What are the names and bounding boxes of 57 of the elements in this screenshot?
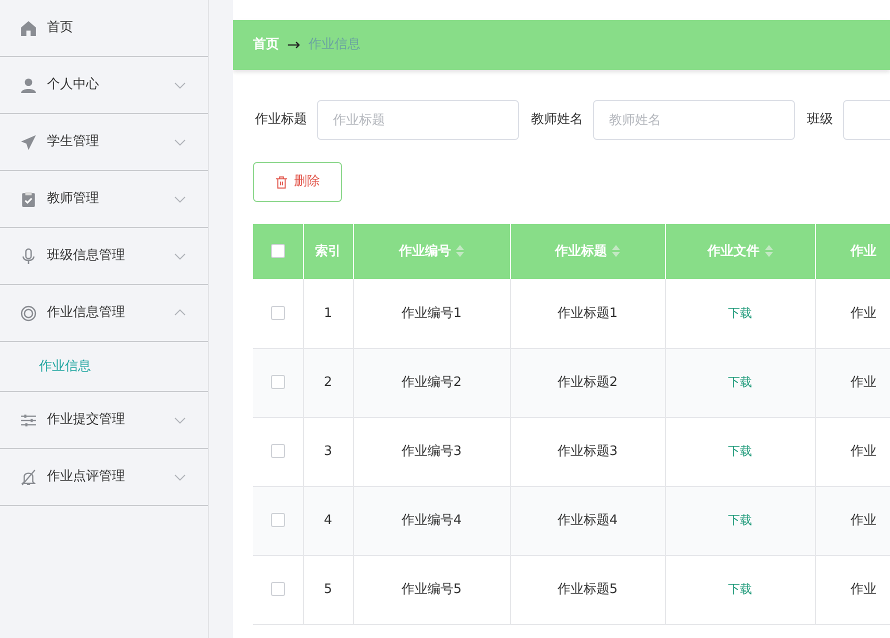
sidebar-item[interactable]: 班级信息管理 bbox=[0, 228, 208, 285]
table-cell: 5 bbox=[303, 555, 353, 624]
breadcrumb-current: 作业信息 bbox=[308, 36, 360, 54]
table-cell: 作业 bbox=[815, 555, 890, 624]
table-cell: 作业编号2 bbox=[353, 348, 510, 417]
row-checkbox[interactable] bbox=[270, 375, 285, 390]
filter-label: 班级 bbox=[807, 111, 833, 130]
select-all-checkbox[interactable] bbox=[270, 244, 285, 258]
home-icon bbox=[20, 20, 37, 36]
input-field[interactable]: 作业标题 bbox=[317, 100, 519, 140]
sidebar-item[interactable]: 教师管理 bbox=[0, 171, 208, 228]
clipboard-check-icon bbox=[20, 190, 37, 208]
row-checkbox[interactable] bbox=[270, 582, 285, 596]
input-field[interactable]: 教师姓名 bbox=[593, 100, 795, 140]
table-cell: 4 bbox=[303, 486, 353, 555]
sidebar-item[interactable]: 个人中心 bbox=[0, 57, 208, 114]
table-cell: 作业编号5 bbox=[353, 555, 510, 624]
download-link[interactable]: 下载 bbox=[728, 374, 752, 389]
sidebar-item[interactable]: 作业点评管理 bbox=[0, 449, 208, 506]
ring-icon bbox=[20, 304, 37, 322]
sidebar-item[interactable]: 作业信息管理 bbox=[0, 285, 208, 342]
breadcrumb-separator: → bbox=[287, 34, 300, 56]
table-cell: 作业标题5 bbox=[510, 555, 665, 624]
table-cell: 作业 bbox=[815, 417, 890, 486]
sidebar-item[interactable]: 学生管理 bbox=[0, 114, 208, 171]
filter-label: 教师姓名 bbox=[531, 111, 583, 130]
table-cell: 作业 bbox=[815, 486, 890, 555]
row-checkbox[interactable] bbox=[270, 306, 285, 320]
table-cell: 作业编号1 bbox=[353, 279, 510, 348]
row-checkbox[interactable] bbox=[270, 513, 285, 528]
bell-off-icon bbox=[20, 468, 37, 486]
paper-plane-icon bbox=[20, 134, 37, 150]
table-cell: 作业标题3 bbox=[510, 417, 665, 486]
microphone-icon bbox=[20, 248, 37, 264]
table-cell: 3 bbox=[303, 417, 353, 486]
table-cell: 作业 bbox=[815, 279, 890, 348]
table-cell: 作业编号3 bbox=[353, 417, 510, 486]
table-cell: 1 bbox=[303, 279, 353, 348]
table-cell: 作业编号4 bbox=[353, 486, 510, 555]
filter-label: 作业标题 bbox=[255, 111, 307, 130]
table-cell: 2 bbox=[303, 348, 353, 417]
table-cell: 作业 bbox=[815, 348, 890, 417]
download-link[interactable]: 下载 bbox=[728, 444, 752, 458]
table-cell: 作业标题1 bbox=[510, 279, 665, 348]
download-link[interactable]: 下载 bbox=[728, 306, 752, 320]
delete-button[interactable]: 删除 bbox=[253, 162, 342, 202]
row-checkbox[interactable] bbox=[270, 444, 285, 458]
download-link[interactable]: 下载 bbox=[728, 582, 752, 596]
sidebar-subitem[interactable]: 作业信息 bbox=[0, 342, 208, 392]
sidebar-item[interactable]: 作业提交管理 bbox=[0, 392, 208, 449]
download-link[interactable]: 下载 bbox=[728, 512, 752, 527]
trash-icon bbox=[275, 176, 288, 188]
person-icon bbox=[20, 76, 37, 94]
table-cell: 作业标题4 bbox=[510, 486, 665, 555]
table-cell: 作业标题2 bbox=[510, 348, 665, 417]
sliders-icon bbox=[20, 412, 37, 428]
sidebar-item[interactable]: 首页 bbox=[0, 0, 208, 57]
